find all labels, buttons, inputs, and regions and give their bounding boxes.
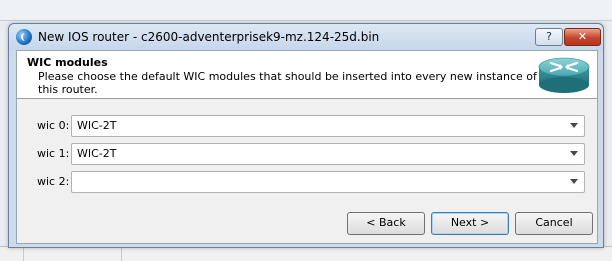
- wizard-header: WIC modules Please choose the default WI…: [17, 51, 597, 99]
- next-button[interactable]: Next >: [431, 212, 509, 235]
- page-subtitle: Please choose the default WIC modules th…: [38, 70, 537, 96]
- wic1-value: WIC-2T: [77, 147, 117, 160]
- close-button[interactable]: ✕: [564, 28, 601, 46]
- background-app-statusbar: [0, 246, 612, 261]
- dialog-client-area: WIC modules Please choose the default WI…: [16, 50, 598, 244]
- new-ios-router-dialog: New IOS router - c2600-adventerprisek9-m…: [8, 23, 604, 248]
- chevron-down-icon[interactable]: [570, 179, 578, 184]
- cancel-button[interactable]: Cancel: [515, 212, 593, 235]
- dialog-titlebar: New IOS router - c2600-adventerprisek9-m…: [9, 24, 603, 50]
- chevron-down-icon[interactable]: [570, 123, 578, 128]
- back-button[interactable]: < Back: [347, 212, 425, 235]
- wic0-select[interactable]: WIC-2T: [71, 115, 585, 137]
- wic2-label: wic 2:: [37, 175, 70, 188]
- page-title: WIC modules: [27, 56, 108, 69]
- wic-slot-row: wic 0: WIC-2T: [17, 115, 597, 137]
- wic-slot-row: wic 2:: [17, 171, 597, 193]
- wic0-label: wic 0:: [37, 119, 70, 132]
- help-button[interactable]: ?: [535, 28, 563, 46]
- router-icon: [538, 57, 590, 93]
- app-logo-icon: [16, 29, 32, 45]
- wic2-select[interactable]: [71, 171, 585, 193]
- wic-slot-row: wic 1: WIC-2T: [17, 143, 597, 165]
- chevron-down-icon[interactable]: [570, 151, 578, 156]
- wic0-value: WIC-2T: [77, 119, 117, 132]
- wic1-label: wic 1:: [37, 147, 70, 160]
- background-app-toolbar: [0, 0, 612, 21]
- dialog-title: New IOS router - c2600-adventerprisek9-m…: [38, 30, 380, 44]
- wic1-select[interactable]: WIC-2T: [71, 143, 585, 165]
